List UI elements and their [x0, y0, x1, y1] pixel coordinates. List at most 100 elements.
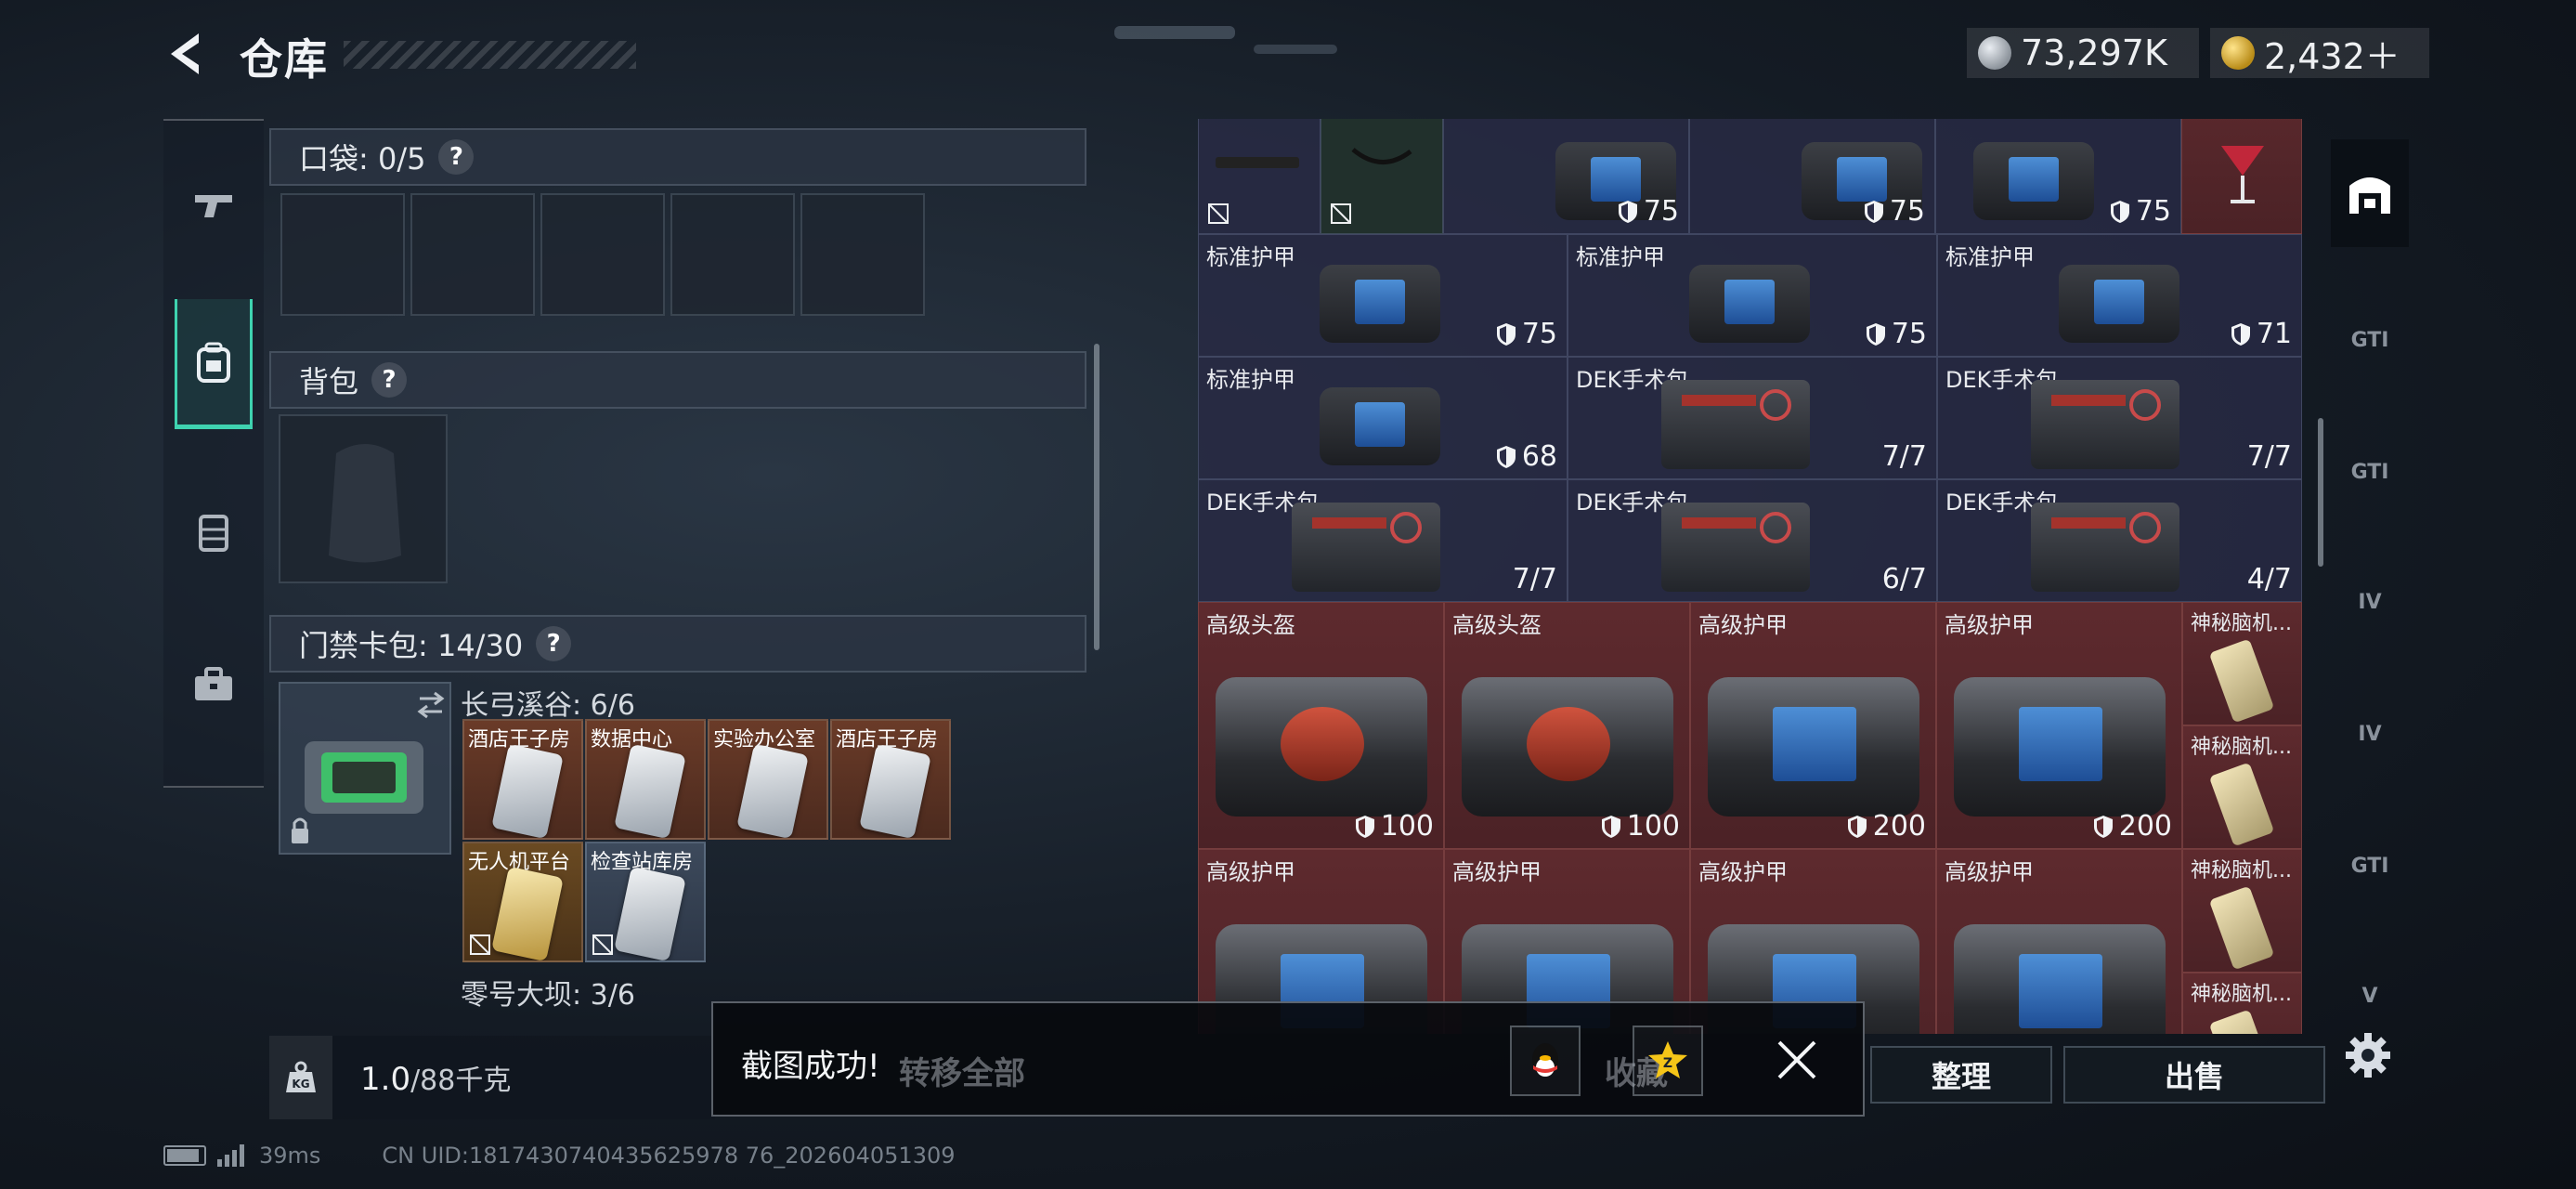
- backpack-silhouette-icon: [329, 444, 401, 563]
- grid-item[interactable]: 75: [1689, 119, 1935, 234]
- brain-chip-icon: [2208, 885, 2275, 971]
- item-count: 4/7: [2246, 563, 2292, 595]
- svg-text:KG: KG: [292, 1078, 309, 1091]
- toolbox-icon: [195, 667, 232, 700]
- keycard-icon: [491, 743, 564, 838]
- grid-item[interactable]: DEK手术包 7/7: [1568, 357, 1937, 479]
- keycard-case-item[interactable]: [279, 682, 451, 855]
- grid-item[interactable]: [1198, 119, 1321, 234]
- storage-tab-label: GTI: [2350, 328, 2389, 352]
- keycard-icon: [736, 743, 809, 838]
- grid-item[interactable]: 神秘脑机...: [2182, 973, 2302, 1034]
- grid-item[interactable]: 标准护甲 68: [1198, 357, 1568, 479]
- grid-item[interactable]: 高级头盔 100: [1444, 602, 1690, 849]
- item-count: 7/7: [1881, 440, 1927, 473]
- transfer-all-button[interactable]: 转移全部: [899, 1048, 1025, 1093]
- item-name: 高级护甲: [1945, 612, 2034, 638]
- keycard-icon: [614, 866, 686, 960]
- armor-icon: [1973, 129, 2094, 222]
- grid-item[interactable]: [1321, 119, 1443, 234]
- grid-item[interactable]: 神秘脑机...: [2182, 725, 2302, 849]
- backpack-slot[interactable]: [279, 414, 448, 583]
- grid-item[interactable]: DEK手术包 4/7: [1937, 479, 2302, 602]
- keycard-case-header: 门禁卡包: 14/30 ?: [269, 615, 1086, 673]
- item-icon: [1351, 148, 1412, 164]
- keycard-icon: [614, 743, 686, 838]
- grid-item[interactable]: [2181, 119, 2302, 234]
- nav-vest[interactable]: [175, 466, 253, 596]
- grid-item[interactable]: 75: [1935, 119, 2181, 234]
- grid-item[interactable]: 高级护甲 200: [1690, 602, 1936, 849]
- helmet-icon: [1216, 657, 1427, 820]
- tab-storage-5[interactable]: IV: [2331, 676, 2409, 791]
- first-aid-kit-icon: [1661, 371, 1810, 473]
- grid-item[interactable]: 标准护甲 71: [1937, 234, 2302, 357]
- grid-item[interactable]: 75: [1443, 119, 1689, 234]
- share-qzone-button[interactable]: Z: [1633, 1026, 1703, 1096]
- grid-item[interactable]: 标准护甲 75: [1198, 234, 1568, 357]
- pockets-label: 口袋: 0/5: [299, 141, 426, 176]
- share-qq-button[interactable]: [1510, 1026, 1581, 1096]
- armor-icon: [1320, 374, 1440, 467]
- grid-item[interactable]: 高级护甲: [1936, 849, 2182, 1034]
- help-icon[interactable]: ?: [438, 139, 475, 175]
- pocket-slot[interactable]: [800, 193, 925, 316]
- item-durability: 75: [1866, 318, 1927, 350]
- grid-item[interactable]: 标准护甲 75: [1568, 234, 1937, 357]
- help-icon[interactable]: ?: [371, 362, 408, 398]
- warehouse-grid: 75 75 75 标准护甲 75 标准护甲 75 标准护甲 71 标准护甲 68…: [1198, 119, 2308, 1034]
- weight-bar: KG 1.0/88千克: [269, 1036, 715, 1119]
- item-name: 神秘脑机...: [2191, 983, 2292, 1006]
- tab-storage-3[interactable]: GTI: [2331, 414, 2409, 529]
- nav-weapons[interactable]: [175, 139, 253, 269]
- left-scrollbar[interactable]: [1094, 344, 1099, 650]
- qzone-star-icon: Z: [1648, 1041, 1687, 1078]
- gear-icon: [2346, 1033, 2390, 1078]
- keycard-item[interactable]: 酒店王子房: [830, 719, 951, 840]
- grid-item[interactable]: DEK手术包 7/7: [1937, 357, 2302, 479]
- pocket-slot[interactable]: [410, 193, 535, 316]
- status-bar: 39ms CN UID:1817430740435625978 76_20260…: [163, 1139, 956, 1172]
- toast-close-button[interactable]: [1766, 1029, 1828, 1091]
- keycard-icon: [859, 743, 931, 838]
- toast-message: 截图成功!: [741, 1048, 880, 1085]
- nav-toolbox[interactable]: [175, 619, 253, 749]
- keycard-item[interactable]: 检查站库房: [585, 842, 706, 962]
- grid-item[interactable]: DEK手术包 6/7: [1568, 479, 1937, 602]
- weight-current: 1.0: [360, 1061, 411, 1098]
- item-name: 标准护甲: [1206, 367, 1295, 393]
- pockets-header: 口袋: 0/5 ?: [269, 128, 1086, 186]
- pocket-slot[interactable]: [540, 193, 665, 316]
- ping-value: 39ms: [259, 1143, 321, 1169]
- help-icon[interactable]: ?: [536, 626, 572, 661]
- vest-icon: [199, 515, 228, 552]
- keycard-item[interactable]: 无人机平台: [462, 842, 583, 962]
- grid-item[interactable]: 高级头盔 100: [1198, 602, 1444, 849]
- tab-storage-2[interactable]: GTI: [2331, 282, 2409, 398]
- item-count: 6/7: [1881, 563, 1927, 595]
- back-button[interactable]: [160, 26, 215, 82]
- gold-currency[interactable]: 2,432＋: [2210, 28, 2429, 78]
- settings-button[interactable]: [2338, 1026, 2398, 1085]
- weight-icon: KG: [269, 1036, 332, 1119]
- grid-item[interactable]: 高级护甲 200: [1936, 602, 2182, 849]
- nav-backpack[interactable]: [175, 299, 253, 429]
- user-uid: CN UID:1817430740435625978 76_2026040513…: [382, 1143, 956, 1169]
- sell-button[interactable]: 出售: [2063, 1046, 2325, 1104]
- sort-button[interactable]: 整理: [1870, 1046, 2052, 1104]
- keycard-item[interactable]: 酒店王子房: [462, 719, 583, 840]
- tab-all-storage[interactable]: [2331, 139, 2409, 247]
- keycard-item[interactable]: 数据中心: [585, 719, 706, 840]
- grid-item[interactable]: 神秘脑机...: [2182, 849, 2302, 973]
- keycard-item[interactable]: 实验办公室: [708, 719, 828, 840]
- shield-icon: [1496, 322, 1516, 346]
- shield-icon: [1355, 815, 1374, 838]
- pocket-slot[interactable]: [670, 193, 795, 316]
- page-title: 仓库: [240, 34, 329, 85]
- item-name: 高级护甲: [1206, 859, 1295, 885]
- tab-storage-4[interactable]: IV: [2331, 544, 2409, 660]
- tab-storage-6[interactable]: GTI: [2331, 808, 2409, 923]
- pocket-slot[interactable]: [280, 193, 405, 316]
- grid-item[interactable]: 神秘脑机...: [2182, 602, 2302, 725]
- grid-item[interactable]: DEK手术包 7/7: [1198, 479, 1568, 602]
